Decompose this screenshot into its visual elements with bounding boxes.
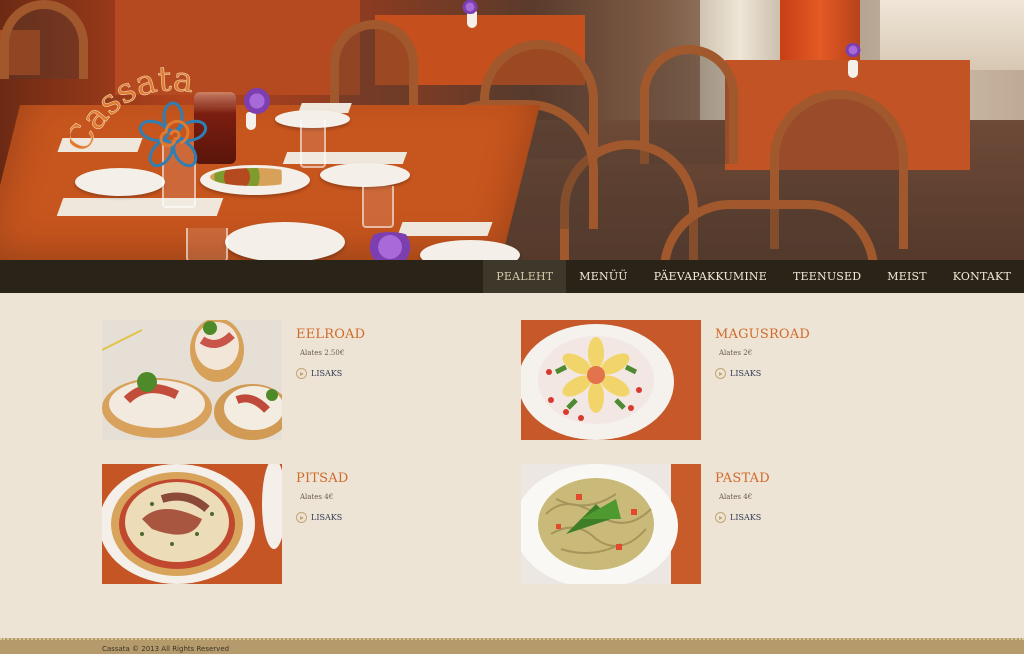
play-arrow-icon (715, 368, 726, 379)
category-card-eelroad: EELROAD Alates 2.50€ LISAKS (102, 320, 462, 440)
nav-menu: PEALEHT MENÜÜ PÄEVAPAKKUMINE TEENUSED ME… (483, 260, 1024, 293)
nav-item-kontakt[interactable]: KONTAKT (940, 260, 1024, 293)
category-price: Alates 4€ (719, 493, 753, 501)
category-price: Alates 4€ (300, 493, 334, 501)
category-price: Alates 2€ (719, 349, 753, 357)
site-logo[interactable]: Cassata (57, 59, 240, 185)
logo-flower-icon (138, 101, 208, 168)
more-label: LISAKS (311, 513, 343, 522)
nav-item-teenused[interactable]: TEENUSED (780, 260, 874, 293)
cake-photo[interactable] (521, 320, 701, 440)
hero-flowers (360, 232, 420, 260)
hero-chair (330, 20, 418, 109)
copyright-text: Cassata © 2013 All Rights Reserved (102, 645, 230, 653)
category-card-pastad: PASTAD Alates 4€ LISAKS (521, 464, 881, 584)
hero-plate (320, 163, 410, 187)
nav-item-pealeht[interactable]: PEALEHT (483, 260, 567, 293)
category-title[interactable]: MAGUSROAD (715, 327, 810, 342)
category-card-pitsad: PITSAD Alates 4€ LISAKS (102, 464, 462, 584)
category-title[interactable]: EELROAD (296, 327, 365, 342)
play-arrow-icon (296, 368, 307, 379)
hero-vase (246, 112, 256, 130)
hero-flowers (460, 0, 480, 14)
hero-napkin (56, 198, 224, 216)
hero-flowers (240, 88, 274, 114)
hero-vase (848, 60, 858, 78)
more-link[interactable]: LISAKS (715, 368, 761, 379)
hero-glass (186, 228, 228, 260)
more-link[interactable]: LISAKS (296, 368, 342, 379)
bruschetta-photo[interactable] (102, 320, 282, 440)
hero-napkin (397, 222, 493, 236)
category-card-magusroad: MAGUSROAD Alates 2€ LISAKS (521, 320, 881, 440)
more-label: LISAKS (730, 513, 762, 522)
hero-glass (362, 186, 394, 228)
more-label: LISAKS (311, 369, 343, 378)
category-title[interactable]: PITSAD (296, 471, 348, 486)
nav-item-menuu[interactable]: MENÜÜ (566, 260, 640, 293)
logo-text: Cassata (70, 65, 196, 159)
hero-flowers (843, 43, 863, 57)
hero-banner: Cassata (0, 0, 1024, 260)
category-price: Alates 2.50€ (300, 349, 345, 357)
pasta-photo[interactable] (521, 464, 701, 584)
nav-item-meist[interactable]: MEIST (874, 260, 940, 293)
more-label: LISAKS (730, 369, 762, 378)
pizza-photo[interactable] (102, 464, 282, 584)
hero-glass (300, 120, 326, 168)
more-link[interactable]: LISAKS (296, 512, 342, 523)
hero-plate (225, 222, 345, 260)
nav-item-paevapakkumine[interactable]: PÄEVAPAKKUMINE (641, 260, 780, 293)
play-arrow-icon (296, 512, 307, 523)
play-arrow-icon (715, 512, 726, 523)
more-link[interactable]: LISAKS (715, 512, 761, 523)
footer: Cassata © 2013 All Rights Reserved (0, 638, 1024, 654)
logo-graphic: Cassata (57, 59, 208, 168)
main-navigation: PEALEHT MENÜÜ PÄEVAPAKKUMINE TEENUSED ME… (0, 260, 1024, 293)
category-title[interactable]: PASTAD (715, 471, 770, 486)
